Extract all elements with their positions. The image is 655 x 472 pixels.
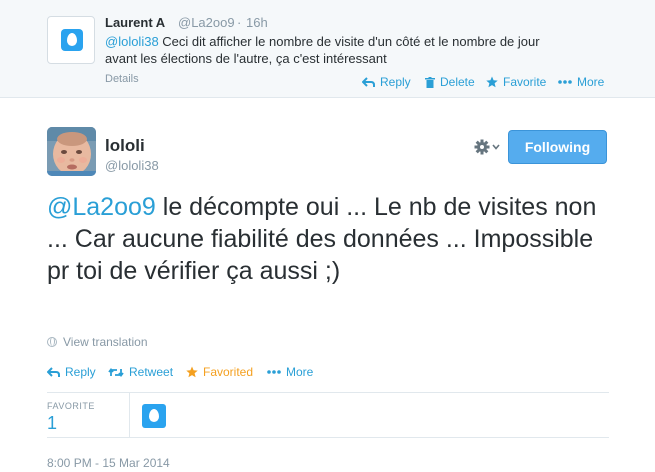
main-reply-button[interactable]: Reply (47, 365, 96, 379)
parent-mention-link[interactable]: @lololi38 (105, 34, 159, 49)
parent-avatar[interactable] (47, 16, 95, 64)
main-favorited-button[interactable]: Favorited (186, 365, 253, 379)
parent-tweet[interactable]: Laurent A @La2oo9 · 16h @lololi38 Ceci d… (0, 0, 655, 98)
main-avatar[interactable] (47, 127, 96, 176)
favoriter-avatar[interactable] (142, 404, 166, 428)
tweet-timestamp: 8:00 PM - 15 Mar 2014 (47, 456, 170, 470)
parent-author-handle[interactable]: @La2oo9 (178, 15, 235, 30)
trash-icon (425, 76, 435, 88)
parent-details-link[interactable]: Details (105, 73, 139, 85)
globe-icon (47, 337, 57, 347)
parent-timestamp[interactable]: 16h (246, 15, 268, 30)
divider (47, 392, 609, 393)
favorites-stat-label: FAVORITE (47, 401, 95, 411)
stats-divider (129, 393, 130, 437)
parent-text-line2: avant les élections de l'autre, ça c'est… (105, 51, 387, 66)
main-author-name[interactable]: lololi (105, 136, 145, 156)
parent-favorite-label: Favorite (503, 75, 547, 89)
main-retweet-button[interactable]: Retweet (108, 365, 173, 379)
user-actions-menu[interactable] (474, 138, 502, 156)
main-tweet-text: @La2oo9 le décompte oui ... Le nb de vis… (47, 191, 617, 287)
gear-icon (474, 139, 500, 155)
parent-more-label: More (577, 75, 605, 89)
main-more-button[interactable]: More (267, 365, 313, 379)
divider (47, 437, 609, 438)
retweet-icon (108, 367, 124, 377)
baby-avatar-photo (47, 127, 96, 176)
main-author-handle[interactable]: @lololi38 (105, 158, 159, 173)
parent-delete-button[interactable]: Delete (425, 75, 475, 89)
main-retweet-label: Retweet (129, 365, 174, 379)
egg-avatar-icon (61, 29, 83, 51)
star-icon (186, 366, 198, 378)
main-favorited-label: Favorited (203, 365, 254, 379)
more-dots-icon (267, 370, 281, 374)
parent-reply-button[interactable]: Reply (362, 75, 411, 89)
parent-more-button[interactable]: More (558, 75, 604, 89)
chevron-down-icon (492, 144, 500, 150)
favorites-count[interactable]: 1 (47, 413, 57, 434)
parent-tweet-text: @lololi38 Ceci dit afficher le nombre de… (105, 33, 625, 67)
parent-separator: · (237, 15, 242, 30)
star-icon (486, 76, 498, 88)
more-dots-icon (558, 80, 572, 84)
view-translation-link[interactable]: View translation (47, 335, 148, 349)
reply-icon (47, 366, 60, 377)
parent-author-name[interactable]: Laurent A (105, 15, 165, 30)
reply-icon (362, 76, 375, 87)
main-mention-link[interactable]: @La2oo9 (47, 193, 156, 221)
parent-delete-label: Delete (440, 75, 475, 89)
parent-reply-label: Reply (380, 75, 411, 89)
main-reply-label: Reply (65, 365, 96, 379)
parent-favorite-button[interactable]: Favorite (486, 75, 546, 89)
following-button[interactable]: Following (508, 130, 607, 164)
parent-text-line1: Ceci dit afficher le nombre de visite d'… (158, 34, 540, 49)
main-more-label: More (286, 365, 314, 379)
view-translation-label: View translation (63, 335, 148, 349)
